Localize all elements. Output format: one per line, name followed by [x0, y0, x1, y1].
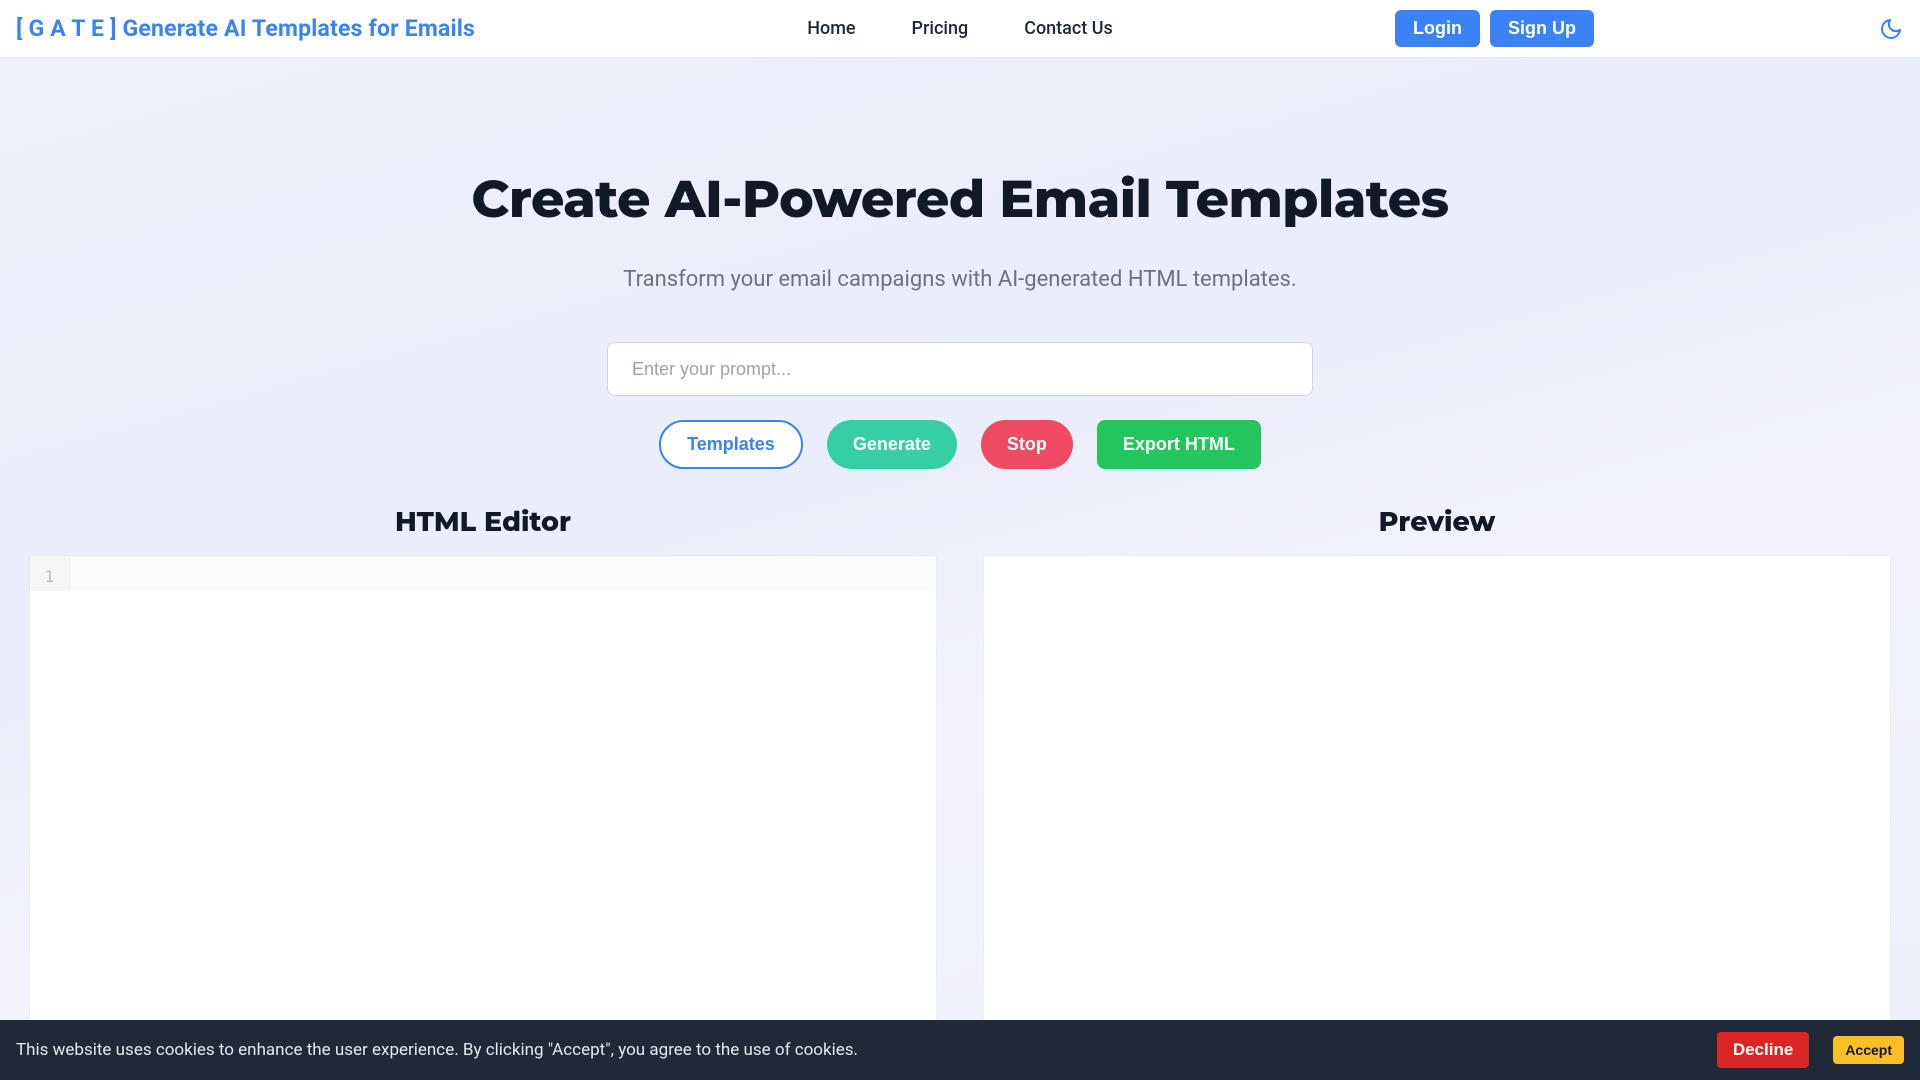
- cookie-decline-button[interactable]: Decline: [1717, 1032, 1809, 1068]
- header: [ G A T E ] Generate AI Templates for Em…: [0, 0, 1920, 58]
- logo[interactable]: [ G A T E ] Generate AI Templates for Em…: [16, 15, 475, 42]
- login-button[interactable]: Login: [1395, 10, 1480, 47]
- panels: HTML Editor 1 Preview: [0, 499, 1920, 1076]
- preview-panel: Preview: [984, 499, 1890, 1076]
- editor-title: HTML Editor: [30, 499, 936, 556]
- nav-home[interactable]: Home: [807, 18, 855, 39]
- export-html-button[interactable]: Export HTML: [1097, 420, 1261, 469]
- preview-title: Preview: [984, 499, 1890, 556]
- code-area[interactable]: [70, 556, 936, 591]
- stop-button[interactable]: Stop: [981, 420, 1073, 469]
- hero-subtitle: Transform your email campaigns with AI-g…: [0, 267, 1920, 292]
- theme-toggle-button[interactable]: [1876, 14, 1906, 44]
- editor-panel: HTML Editor 1: [30, 499, 936, 1076]
- cookie-text: This website uses cookies to enhance the…: [16, 1040, 858, 1060]
- cookie-actions: Decline Accept: [1717, 1032, 1904, 1068]
- nav-contact[interactable]: Contact Us: [1024, 18, 1113, 39]
- line-number: 1: [30, 566, 69, 588]
- editor-empty-area[interactable]: [30, 591, 936, 1076]
- hero-title: Create AI-Powered Email Templates: [0, 168, 1920, 231]
- moon-icon: [1879, 17, 1903, 41]
- cookie-banner: This website uses cookies to enhance the…: [0, 1020, 1920, 1080]
- preview-body: [984, 556, 1890, 1076]
- editor-gutter: 1: [30, 556, 70, 591]
- prompt-input[interactable]: [607, 342, 1313, 396]
- editor-body: 1: [30, 556, 936, 1076]
- generate-button[interactable]: Generate: [827, 420, 957, 469]
- main-nav: Home Pricing Contact Us: [807, 18, 1113, 39]
- templates-button[interactable]: Templates: [659, 420, 803, 469]
- signup-button[interactable]: Sign Up: [1490, 10, 1594, 47]
- nav-pricing[interactable]: Pricing: [912, 18, 969, 39]
- auth-buttons: Login Sign Up: [1395, 10, 1594, 47]
- cookie-accept-button[interactable]: Accept: [1833, 1036, 1904, 1064]
- prompt-box: [607, 342, 1313, 396]
- action-row: Templates Generate Stop Export HTML: [0, 420, 1920, 469]
- hero: Create AI-Powered Email Templates Transf…: [0, 58, 1920, 1080]
